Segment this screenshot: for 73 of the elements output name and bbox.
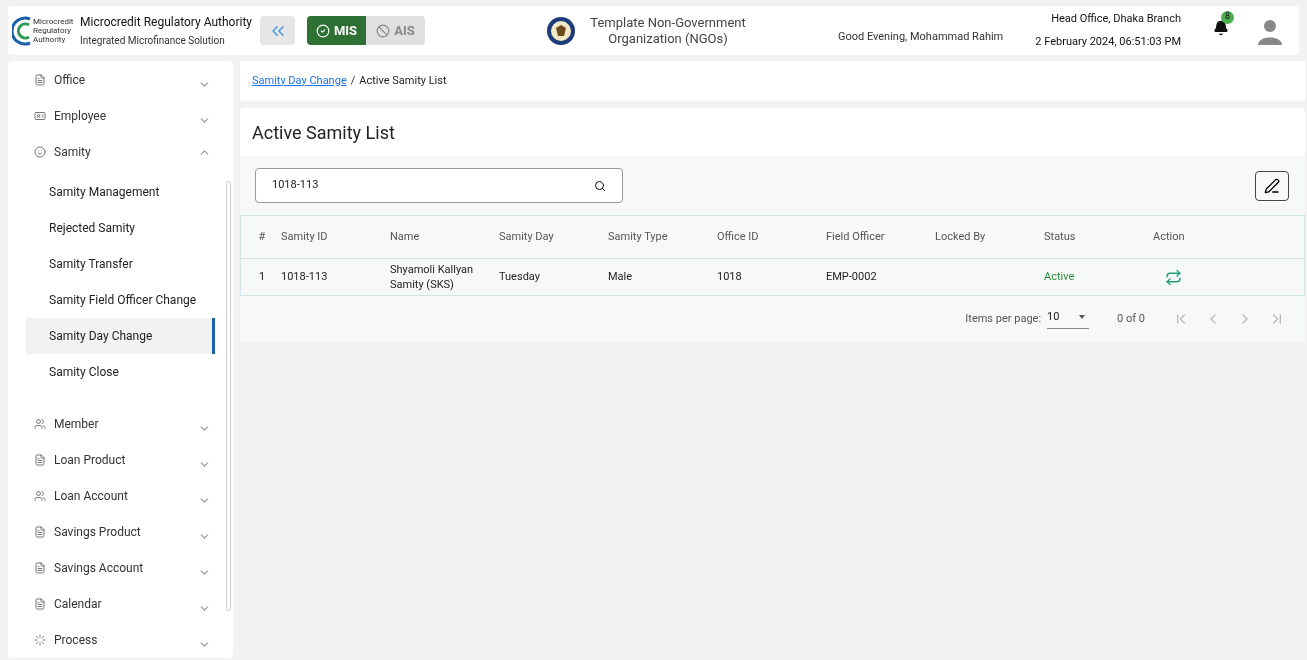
submenu-item[interactable]: Samity Transfer (26, 246, 215, 282)
menu-item-icon (34, 634, 46, 646)
search-input[interactable]: 1018-113 (272, 177, 594, 194)
app-subtitle: Integrated Microfinance Solution (80, 34, 226, 48)
nav-item[interactable]: Office (8, 62, 233, 98)
swap-arrows-icon (1165, 268, 1182, 286)
date-time: 2 February 2024, 06:51:03 PM (1035, 34, 1181, 50)
breadcrumb-current: Active Samity List (359, 72, 447, 89)
notifications-button[interactable] (1213, 19, 1229, 36)
table-cell-text: Male (608, 268, 634, 285)
edit-columns-icon (1264, 177, 1280, 194)
table-cell-text: Tuesday (499, 268, 541, 285)
table-cell-text: EMP-0002 (826, 268, 878, 285)
nav-item[interactable]: Savings Account (8, 550, 233, 586)
app-title: Microcredit Regulatory Authority (80, 14, 253, 31)
column-header: # (257, 228, 267, 245)
table-cell-text: Shyamoli Kallyan Samity (SKS) (390, 262, 475, 292)
page-size-select[interactable]: 10 (1047, 308, 1090, 330)
column-header: Office ID (717, 228, 760, 245)
logo-text: Microcredit Regulatory Authority (33, 17, 75, 44)
mode-toggle[interactable]: MIS (307, 16, 367, 45)
breadcrumb-link[interactable]: Samity Day Change (252, 72, 347, 90)
nav-item[interactable]: Loan Account (8, 478, 233, 514)
menu-item-icon (34, 490, 46, 502)
nav-item[interactable]: Member (8, 406, 233, 442)
branch-name: Head Office, Dhaka Branch (1050, 10, 1181, 27)
table-cell-text: 1018 (717, 268, 743, 285)
table-cell-text: 1018-113 (281, 268, 329, 285)
logo-icon (12, 15, 32, 46)
submenu-item[interactable]: Samity Field Officer Change (26, 282, 215, 318)
nav-item[interactable]: Loan Product (8, 442, 233, 478)
seal-icon (546, 15, 577, 46)
nav-item[interactable]: Calendar (8, 586, 233, 622)
collapse-sidebar-button[interactable] (260, 16, 296, 45)
menu-item-icon (34, 454, 46, 466)
column-settings-button[interactable] (1255, 170, 1289, 201)
nav-item[interactable]: Employee (8, 98, 233, 134)
column-header: Action (1153, 228, 1186, 245)
search-icon (594, 179, 606, 192)
column-header: Samity Day (499, 228, 555, 245)
nav-item[interactable]: Process (8, 622, 233, 658)
nav-item[interactable]: Samity (8, 134, 233, 170)
organization-name: Template Non-Government Organization (NGOs) (589, 14, 747, 47)
ban-icon (376, 23, 391, 38)
nav-item[interactable]: Savings Product (8, 514, 233, 550)
menu-item-icon (34, 526, 46, 538)
column-header: Samity Type (608, 228, 669, 245)
page-range: 0 of 0 (1117, 310, 1145, 327)
submenu-item[interactable]: Samity Close (26, 354, 215, 390)
menu-item-icon (34, 418, 46, 430)
column-header: Status (1044, 228, 1077, 245)
items-per-page-label: Items per page: (965, 310, 1042, 327)
notification-count: 8 (1221, 10, 1234, 24)
column-header: Name (390, 228, 421, 245)
menu-item-icon (34, 562, 46, 574)
column-header: Locked By (935, 228, 987, 245)
greeting-text: Good Evening, Mohammad Rahim (837, 28, 1004, 45)
menu-item-icon (34, 598, 46, 610)
submenu-item[interactable]: Samity Day Change (26, 318, 215, 354)
table-cell-text: 1 (257, 268, 267, 285)
menu-item-icon (34, 110, 46, 122)
search-field[interactable]: 1018-113 (255, 168, 623, 203)
column-header: Samity ID (281, 228, 329, 245)
check-circle-icon (315, 23, 330, 38)
column-header: Field Officer (826, 228, 886, 245)
status-text: Active (1044, 268, 1076, 285)
submenu-item[interactable]: Rejected Samity (26, 210, 215, 246)
menu-item-icon (34, 74, 46, 86)
submenu-item[interactable]: Samity Management (26, 174, 215, 210)
page-title: Active Samity List (251, 120, 396, 145)
change-action-button[interactable] (1165, 268, 1182, 286)
breadcrumb-separator: / (350, 72, 356, 89)
menu-item-icon (34, 146, 46, 158)
